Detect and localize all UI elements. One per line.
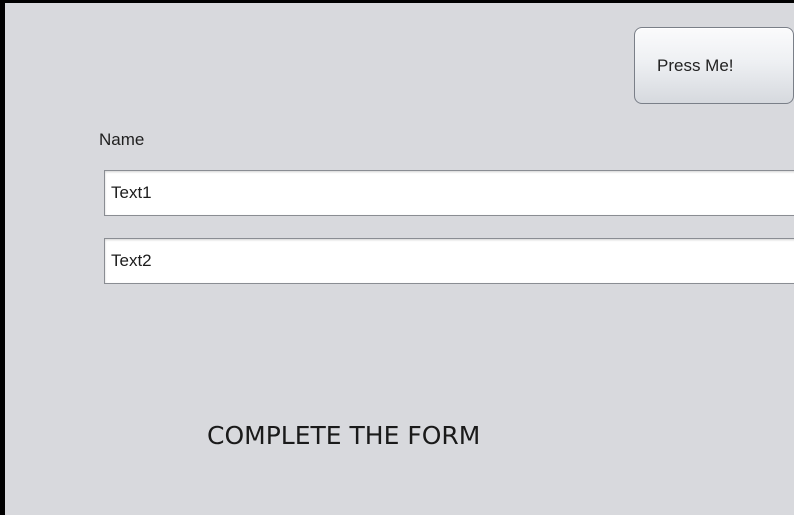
form-window: Press Me! Name Text1 Text2 COMPLETE THE … bbox=[0, 0, 794, 515]
text2-field[interactable]: Text2 bbox=[104, 238, 794, 284]
complete-form-message: COMPLETE THE FORM bbox=[207, 421, 481, 450]
name-label: Name bbox=[99, 130, 145, 149]
press-me-button[interactable]: Press Me! bbox=[634, 27, 794, 104]
text1-field[interactable]: Text1 bbox=[104, 170, 794, 216]
